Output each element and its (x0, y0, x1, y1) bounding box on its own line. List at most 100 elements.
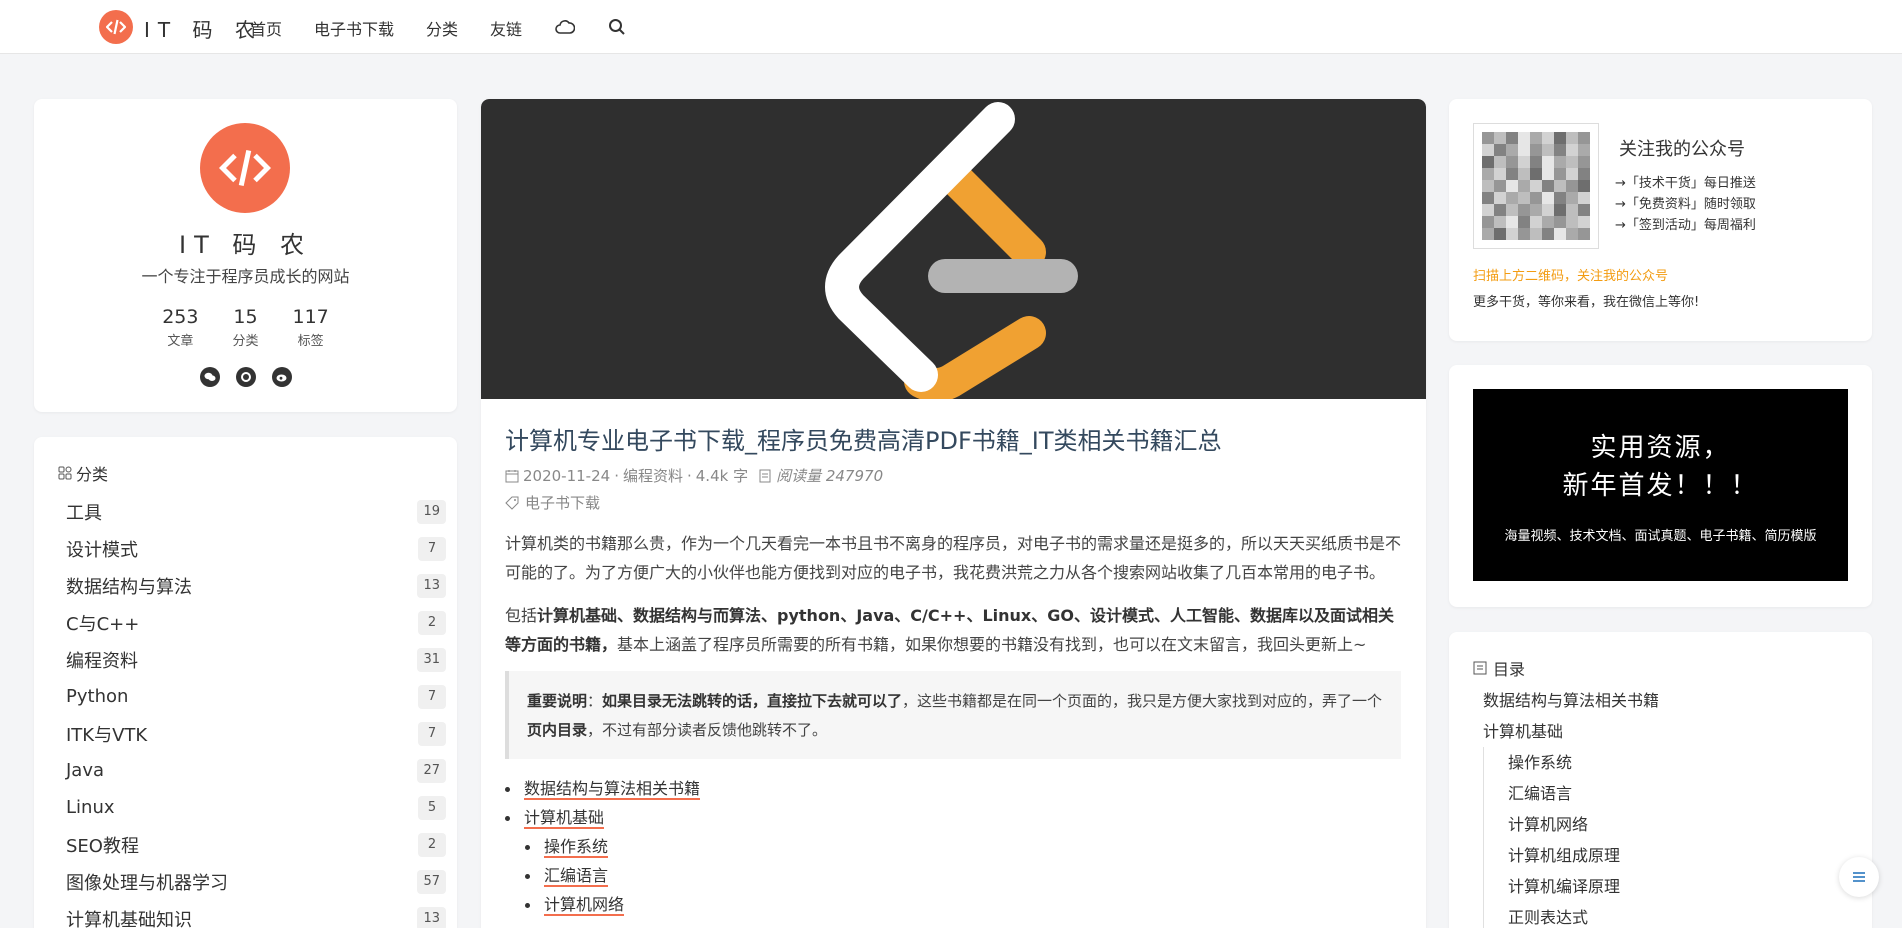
category-name: Linux (66, 797, 115, 818)
weibo-icon[interactable] (271, 367, 292, 387)
toc-link[interactable]: 汇编语言 (544, 866, 609, 887)
toc-item[interactable]: 数据结构与算法相关书籍 (1483, 685, 1659, 716)
categories-header: 分类 (58, 461, 108, 485)
stat-number: 253 (162, 306, 199, 328)
qr-pixel (1506, 216, 1518, 228)
toc-item[interactable]: 汇编语言 (1483, 778, 1659, 809)
tag-icon (505, 496, 519, 510)
qr-pixel (1530, 156, 1542, 168)
article-category[interactable]: 编程资料 (623, 465, 683, 486)
notice-bold: 页内目录 (527, 721, 588, 739)
list-item: 计算机基础 (505, 804, 700, 833)
qr-pixel (1506, 228, 1518, 240)
toc-item[interactable]: 计算机组成原理 (1483, 840, 1659, 871)
qr-pixel (1518, 144, 1530, 156)
qr-pixel (1494, 180, 1506, 192)
category-count-badge: 13 (417, 906, 446, 928)
article-tag[interactable]: 电子书下载 (505, 492, 600, 513)
stat-categories[interactable]: 15 分类 (232, 306, 258, 349)
category-count-badge: 27 (417, 758, 446, 783)
nav-categories[interactable]: 分类 (426, 16, 458, 40)
category-count-badge: 2 (418, 832, 446, 857)
qr-pixel (1542, 144, 1554, 156)
notice-text: ，不过有部分读者反馈他跳转不了。 (587, 721, 828, 739)
category-item[interactable]: 计算机基础知识 13 (66, 900, 446, 928)
toc-item[interactable]: 操作系统 (1483, 747, 1659, 778)
qr-pixel (1578, 192, 1590, 204)
toc-link[interactable]: 操作系统 (544, 837, 609, 858)
qr-pixel (1578, 228, 1590, 240)
stat-number: 117 (292, 306, 329, 328)
list-item: 计算机网络 (525, 891, 700, 920)
site-logo-text[interactable]: IT 码 农 (144, 14, 263, 43)
cloud-icon[interactable] (554, 16, 576, 38)
qr-pixel (1494, 132, 1506, 144)
qr-note: 更多干货，等你来看，我在微信上等你! (1473, 295, 1700, 310)
toc-item[interactable]: 计算机网络 (1483, 809, 1659, 840)
wechat-icon[interactable] (199, 367, 220, 387)
article-toc-links: 数据结构与算法相关书籍 计算机基础操作系统汇编语言计算机网络 (505, 775, 701, 920)
stat-tags[interactable]: 117 标签 (293, 306, 329, 349)
qr-pixel (1542, 204, 1554, 216)
stat-articles[interactable]: 253 文章 (162, 306, 198, 349)
category-count-badge: 13 (417, 573, 446, 598)
category-name: 设计模式 (66, 539, 138, 561)
qr-pixel (1542, 192, 1554, 204)
article-title[interactable]: 计算机专业电子书下载_程序员免费高清PDF书籍_IT类相关书籍汇总 (505, 421, 1222, 456)
nav-friends[interactable]: 友链 (490, 16, 522, 40)
category-item[interactable]: SEO教程 2 (66, 826, 446, 863)
qr-pixel (1554, 192, 1566, 204)
category-item[interactable]: 工具 19 (66, 493, 446, 530)
qr-pixel (1578, 132, 1590, 144)
toc-link[interactable]: 计算机基础 (524, 808, 605, 829)
qr-pixel (1578, 180, 1590, 192)
qr-pixel (1482, 144, 1494, 156)
toc-item[interactable]: 计算机编译原理 (1483, 871, 1659, 902)
category-item[interactable]: 数据结构与算法 13 (66, 567, 446, 604)
category-count-badge: 57 (417, 869, 446, 894)
qr-pixel (1506, 180, 1518, 192)
category-item[interactable]: ITK与VTK 7 (66, 715, 446, 752)
qr-pixel (1482, 168, 1494, 180)
list-item: 汇编语言 (525, 862, 700, 891)
category-item[interactable]: Java 27 (66, 752, 446, 789)
toc-link[interactable]: 计算机网络 (544, 895, 625, 916)
github-icon[interactable] (235, 367, 256, 387)
category-item[interactable]: C与C++ 2 (66, 604, 446, 641)
category-item[interactable]: Linux 5 (66, 789, 446, 826)
qr-pixel (1554, 204, 1566, 216)
category-item[interactable]: 设计模式 7 (66, 530, 446, 567)
category-item[interactable]: 编程资料 31 (66, 641, 446, 678)
search-icon[interactable] (606, 16, 628, 38)
promo-banner[interactable]: 实用资源， 新年首发！！！ 海量视频、技术文档、面试真题、电子书籍、简历模版 (1473, 389, 1848, 581)
qr-pixel (1518, 168, 1530, 180)
toc-list: 数据结构与算法相关书籍 计算机基础 操作系统 汇编语言 计算机网络 计算机组成原理 计算机编… (1483, 685, 1659, 928)
nav-home[interactable]: 首页 (250, 16, 282, 40)
category-item[interactable]: Python 7 (66, 678, 446, 715)
qr-pixel (1482, 156, 1494, 168)
qr-pixel (1482, 132, 1494, 144)
avatar[interactable] (200, 123, 290, 213)
article-paragraph-2: 包括计算机基础、数据结构与而算法、python、Java、C/C++、Linux… (505, 601, 1405, 659)
toc-item[interactable]: 正则表达式 (1483, 902, 1659, 928)
qr-pixel (1506, 204, 1518, 216)
text-rest: 基本上涵盖了程序员所需要的所有书籍，如果你想要的书籍没有找到，也可以在文末留言，… (617, 635, 1367, 654)
qr-pixel (1482, 180, 1494, 192)
qr-pixel (1530, 192, 1542, 204)
toc-toggle-button[interactable] (1839, 857, 1879, 897)
qr-pixel (1494, 228, 1506, 240)
qr-pixel (1554, 144, 1566, 156)
category-item[interactable]: 图像处理与机器学习 57 (66, 863, 446, 900)
qr-pixel (1554, 132, 1566, 144)
qr-pixel (1578, 204, 1590, 216)
nav-ebooks[interactable]: 电子书下载 (314, 16, 394, 40)
qr-pixel (1518, 228, 1530, 240)
toc-item[interactable]: 计算机基础 (1483, 716, 1659, 747)
qr-pixel (1554, 180, 1566, 192)
toc-link[interactable]: 数据结构与算法相关书籍 (524, 779, 701, 800)
category-name: C与C++ (66, 613, 140, 635)
article-banner[interactable] (481, 99, 1426, 399)
logo-icon[interactable] (99, 10, 133, 44)
article-date: 2020-11-24 (523, 466, 611, 485)
qr-pixel (1494, 216, 1506, 228)
